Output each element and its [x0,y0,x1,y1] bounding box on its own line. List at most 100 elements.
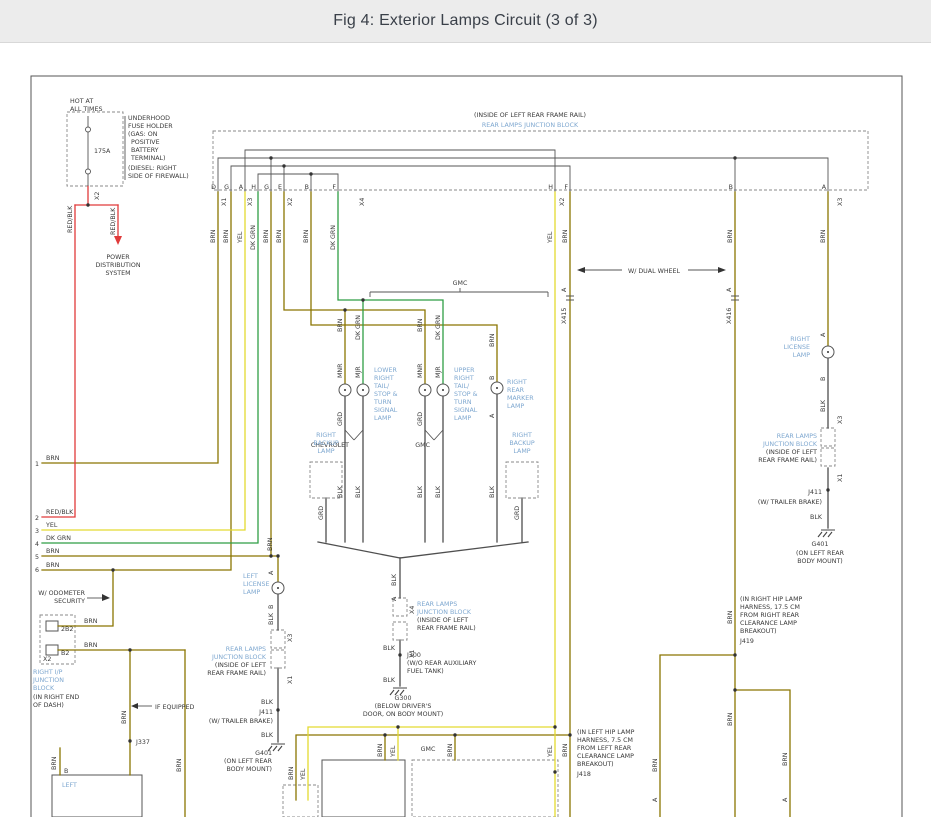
diagram-label: BREAKOUT) [577,761,614,768]
diagram-label: BLOCK [33,685,55,692]
diagram-label: (IN RIGHT END [33,694,79,701]
diagram-label: (W/ TRAILER BRAKE) [758,499,822,506]
diagram-label: X3 [837,198,844,206]
diagram-label: BLK [355,485,362,498]
diagram-label: BRN [652,758,659,772]
diagram-label: (INSIDE OF LEFT [215,662,266,669]
diagram-label: B2 [61,650,69,657]
dual-wheel-right-arrowhead [718,267,726,273]
diagram-label: X3 [837,416,844,424]
diagram-label: POWER [106,254,130,261]
diagram-label: YEL [237,231,244,244]
lamp-symbols [272,346,834,594]
gmc-pointer [425,430,443,440]
diagram-label: BATTERY [131,147,159,154]
diagram-label: REAR FRAME RAIL) [207,670,266,677]
diagram-label: LAMP [317,448,334,455]
diagram-label: GMC [421,746,436,753]
diagram-label: G [264,184,269,191]
diagram-label: TERMINAL) [130,155,165,162]
diagram-label: SIGNAL [374,407,398,414]
diagram-label: BRN [489,333,496,347]
diagram-label: RIGHT [507,379,527,386]
diagram-label: RIGHT [454,375,474,382]
diagram-label: (W/O REAR AUXILIARY [407,660,477,667]
diagram-label: LAMP [454,415,471,422]
diagram-label: YEL [390,745,397,758]
diagram-label: BRN [337,318,344,332]
diagram-label: RED/BLK [46,509,74,516]
diagram-label: BRN [727,712,734,726]
diagram-label: E [278,184,282,191]
diagram-label: BACKUP [509,440,534,447]
diagram-label: A [561,287,568,292]
diagram-label: BRN [727,229,734,243]
diagram-label: BACKUP [313,440,338,447]
diagram-label: B [489,376,496,380]
diagram-label: TURN [373,399,392,406]
diagram-label: BLK [820,399,827,412]
bottom-small-box [283,785,318,817]
diagram-label: BRN [417,318,424,332]
diagram-label: TAIL/ [453,383,470,390]
diagram-label: X1 [287,676,294,684]
diagram-label: BRN [276,229,283,243]
diagram-label: H [251,184,256,191]
diagram-label: BRN [121,710,128,724]
wiring-diagram-page: Fig 4: Exterior Lamps Circuit (3 of 3) [0,0,931,817]
diagram-label: YEL [547,231,554,244]
yellow-wires [42,192,555,817]
diagram-label: BLK [383,677,396,684]
right-connector-x3 [821,428,835,446]
diagram-label: BRN [84,642,98,649]
diagram-label: CLEARANCE LAMP [740,620,797,627]
diagram-label: (BELOW DRIVER'S [375,703,432,710]
diagram-label: BRN [267,537,274,551]
diagram-label: A [239,184,244,191]
diagram-label: BLK [261,732,274,739]
diagram-label: BRN [263,229,270,243]
diagram-label: ALL TIMES [70,106,102,113]
diagram-label: LAMP [793,352,810,359]
diagram-label: IF EQUIPPED [155,704,194,711]
diagram-label: 5 [35,554,39,561]
ground-g300 [390,688,407,695]
diagram-label: BRN [562,743,569,757]
diagram-label: B [729,184,733,191]
diagram-label: GMC [453,280,468,287]
diagram-label: REAR LAMPS [777,433,817,440]
diagram-label: TURN [453,399,472,406]
diagram-label: RIGHT [374,375,394,382]
diagram-label: (DIESEL: RIGHT [128,165,177,172]
diagram-label: GRD [417,412,424,426]
diagram-label: J300 [406,652,421,659]
diagram-label: DK GRN [250,225,257,250]
diagram-label: X4 [359,198,366,206]
diagram-label: X3 [287,634,294,642]
figure-header: Fig 4: Exterior Lamps Circuit (3 of 3) [0,0,931,43]
diagram-label: LEFT [243,573,258,580]
ip-pin-b2 [46,645,58,655]
diagram-label: X2 [94,192,101,200]
diagram-label: F [564,184,568,191]
diagram-label: A [822,184,827,191]
diagram-label: FUSE HOLDER [128,123,173,130]
diagram-label: FUEL TANK) [407,668,444,675]
diagram-label: REAR FRAME RAIL) [417,625,476,632]
diagram-label: A [782,797,789,802]
diagram-label: X416 [726,308,733,324]
diagram-label: BRN [782,752,789,766]
diagram-label: LAMP [513,448,530,455]
diagram-label: RED/BLK [67,205,74,233]
diagram-label: H [548,184,553,191]
diagram-label: A [489,413,496,418]
diagram-label: UPPER [454,367,475,374]
diagram-label: (INSIDE OF LEFT [417,617,468,624]
diagram-label: BRN [562,229,569,243]
diagram-label: DK GRN [46,535,71,542]
diagram-label: REAR LAMPS [417,601,457,608]
diagram-label: (W/ TRAILER BRAKE) [209,718,273,725]
diagram-label: BLK [810,514,823,521]
black-wires [278,358,828,742]
left-connector-x3 [271,630,285,648]
